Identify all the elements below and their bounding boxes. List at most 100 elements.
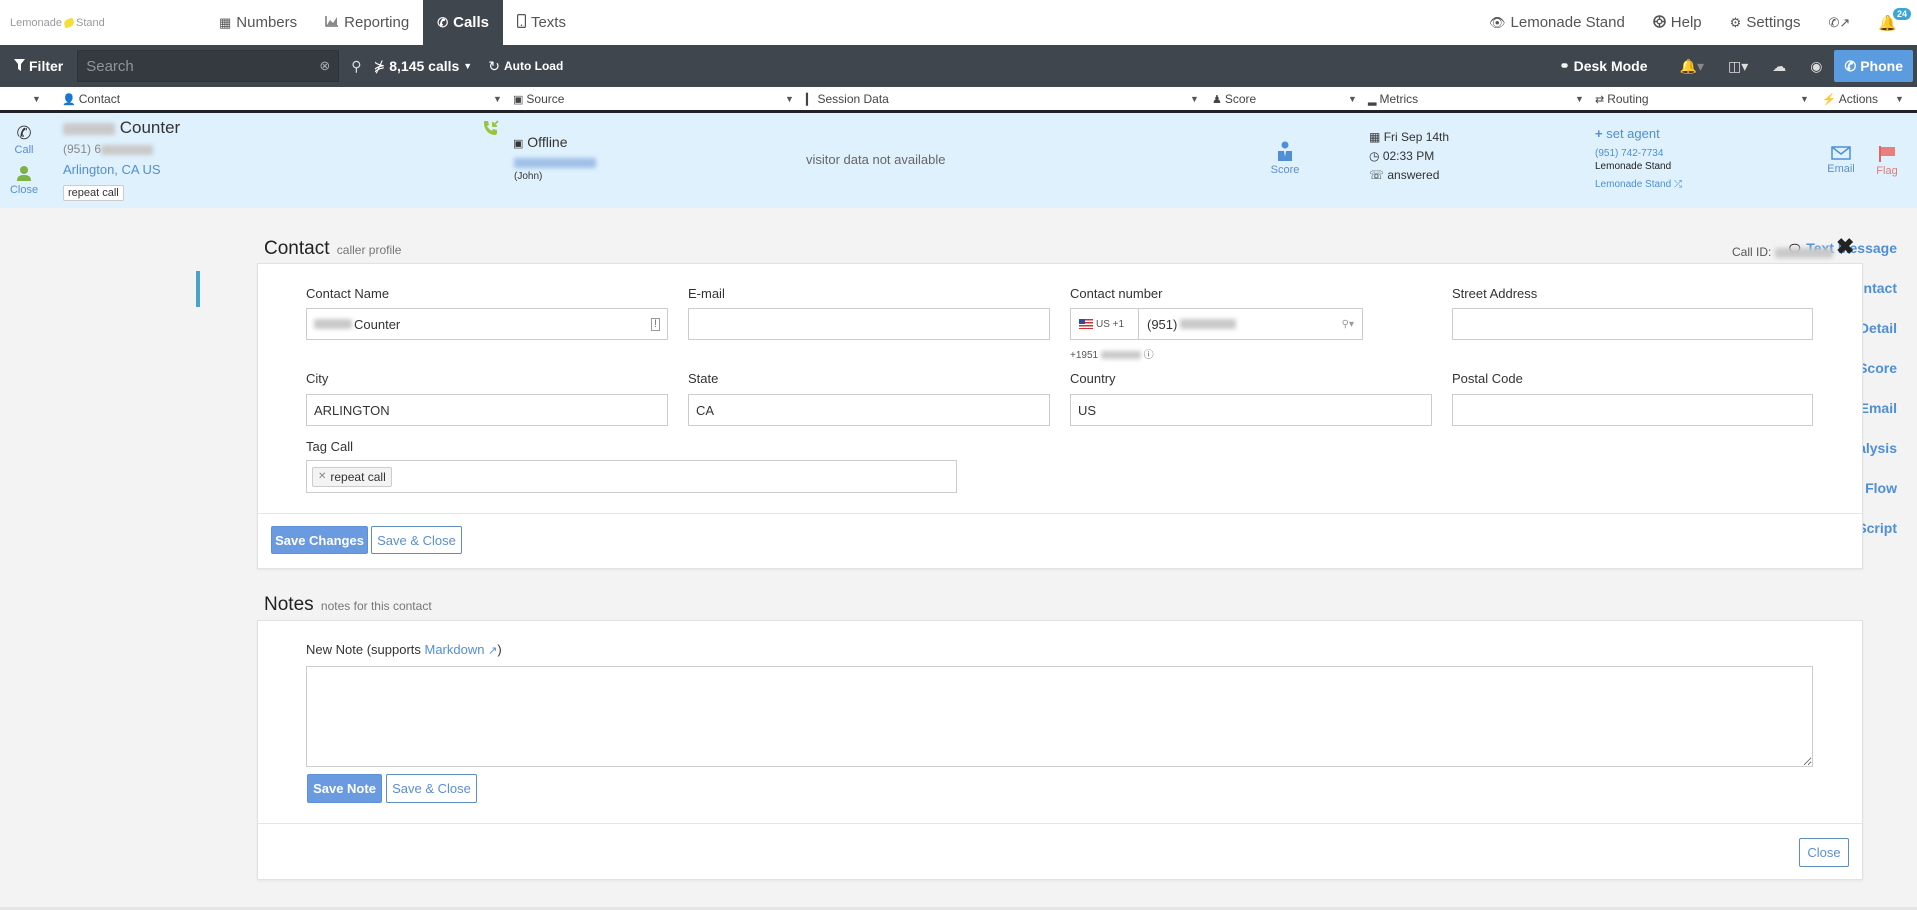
phone-transfer-button[interactable]: ✆↗	[1815, 0, 1865, 45]
grid-icon: ▦	[219, 14, 232, 30]
flag-action[interactable]: Flag	[1872, 146, 1902, 177]
email-field[interactable]	[688, 308, 1050, 340]
postal-code-input[interactable]	[1460, 402, 1805, 418]
account-menu[interactable]: 👁 Lemonade Stand	[1475, 0, 1639, 45]
column-source[interactable]: ▣ Source	[513, 92, 564, 106]
settings-menu[interactable]: ⚙ Settings	[1716, 0, 1815, 45]
close-icon[interactable]: ✖	[1836, 234, 1854, 260]
call-status: ☏ answered	[1369, 168, 1439, 182]
nav-tab-reporting[interactable]: Reporting	[311, 0, 423, 45]
postal-code-label: Postal Code	[1452, 371, 1523, 386]
column-score[interactable]: ♟ Score	[1212, 92, 1256, 106]
help-circle-icon[interactable]: ⓘ	[1144, 350, 1154, 361]
city-field[interactable]	[306, 394, 668, 426]
column-score-caret[interactable]: ▼	[1348, 94, 1357, 104]
filter-button[interactable]: Filter	[0, 45, 71, 87]
column-actions[interactable]: ⚡ Actions	[1822, 92, 1878, 106]
column-metrics-caret[interactable]: ▼	[1575, 94, 1584, 104]
call-tag: repeat call	[63, 185, 124, 201]
line-chart-icon: ⋡	[373, 57, 386, 74]
markdown-link[interactable]: Markdown ↗	[425, 642, 498, 657]
app-logo[interactable]: Lemonade Stand	[10, 17, 160, 29]
call-time-label: 02:33 PM	[1382, 149, 1435, 163]
column-label: Routing	[1607, 91, 1649, 106]
nav-tab-numbers[interactable]: ▦ Numbers	[205, 0, 311, 45]
search-input[interactable]	[86, 57, 320, 75]
postal-code-field[interactable]	[1452, 394, 1813, 426]
street-address-field[interactable]	[1452, 308, 1813, 340]
state-input[interactable]	[696, 402, 1042, 418]
notes-save-close-button[interactable]: Save & Close	[386, 774, 477, 803]
column-sort-caret[interactable]: ▼	[32, 94, 41, 104]
country-code-select[interactable]: US +1	[1071, 309, 1139, 339]
email-input[interactable]	[696, 316, 1042, 332]
column-metrics[interactable]: ▂ Metrics	[1368, 92, 1418, 106]
phone-label: Phone	[1860, 58, 1903, 74]
routing-link[interactable]: Lemonade Stand ⤮	[1595, 179, 1682, 190]
column-actions-caret[interactable]: ▼	[1895, 94, 1904, 104]
column-routing-caret[interactable]: ▼	[1800, 94, 1809, 104]
alert-settings-dropdown[interactable]: 🔔▾	[1668, 58, 1716, 75]
remove-tag-icon[interactable]: ✕	[318, 471, 326, 482]
column-routing[interactable]: ⇄ Routing	[1595, 92, 1649, 106]
contact-name-field[interactable]: Counter !	[306, 308, 668, 340]
cloud-download-icon[interactable]: ☁	[1760, 58, 1798, 75]
routing-name: Lemonade Stand	[1595, 161, 1672, 172]
city-input[interactable]	[314, 402, 660, 418]
clear-search-icon[interactable]: ⊗	[319, 58, 330, 74]
call-label: Call	[14, 144, 34, 156]
section-subtitle: notes for this contact	[320, 599, 432, 613]
redacted-first-name	[63, 122, 115, 135]
country-input[interactable]	[1078, 402, 1424, 418]
help-menu[interactable]: Help	[1639, 0, 1716, 45]
tag-call-label: Tag Call	[306, 439, 353, 454]
column-contact-caret[interactable]: ▼	[493, 94, 502, 104]
tag-call-field[interactable]: ✕ repeat call	[306, 460, 957, 493]
routing-number[interactable]: (951) 742-7734	[1595, 148, 1663, 159]
caller-name[interactable]: Counter	[63, 118, 180, 138]
score-action[interactable]: Score	[1270, 141, 1300, 176]
search-icon[interactable]: ⚲	[351, 58, 361, 75]
email-action[interactable]: Email	[1823, 146, 1859, 175]
area-chart-icon	[325, 15, 339, 30]
call-action[interactable]: ✆ Call	[10, 123, 38, 156]
close-action[interactable]: Close	[8, 165, 40, 196]
set-agent-label: set agent	[1606, 126, 1660, 141]
record-icon[interactable]: ◉	[1798, 58, 1834, 75]
desk-mode-button[interactable]: ⚭ Desk Mode	[1552, 45, 1668, 87]
save-changes-button[interactable]: Save Changes	[271, 526, 368, 554]
source-owner: (John)	[514, 171, 543, 182]
lookup-dropdown-icon[interactable]: ⚲▾	[1342, 319, 1354, 330]
nav-tab-texts[interactable]: Texts	[503, 0, 580, 45]
street-address-input[interactable]	[1460, 316, 1805, 332]
source-number[interactable]	[514, 154, 596, 169]
auto-load-button[interactable]: ↻ Auto Load	[480, 45, 571, 87]
redacted-first-name	[314, 319, 352, 329]
street-address-label: Street Address	[1452, 286, 1538, 301]
column-contact[interactable]: 👤 Contact	[62, 92, 120, 106]
close-button[interactable]: Close	[1799, 838, 1849, 867]
nav-tab-calls[interactable]: ✆ Calls	[423, 0, 503, 45]
caller-last-name: Counter	[119, 118, 181, 137]
eye-icon: 👁	[1489, 14, 1506, 30]
column-session-caret[interactable]: ▼	[1190, 94, 1199, 104]
notifications-button[interactable]: 🔔 24	[1864, 0, 1917, 45]
column-session-data[interactable]: ▎ Session Data	[806, 92, 889, 106]
caller-location-link[interactable]: Arlington, CA US	[63, 162, 161, 177]
markdown-link-label: Markdown	[424, 642, 485, 657]
country-field[interactable]	[1070, 394, 1432, 426]
columns-dropdown[interactable]: ◫▾	[1716, 58, 1760, 75]
contact-card-icon[interactable]: !	[650, 317, 660, 331]
state-field[interactable]	[688, 394, 1050, 426]
phone-button[interactable]: ✆ Phone	[1834, 50, 1913, 82]
column-label: Metrics	[1379, 91, 1419, 106]
save-close-button[interactable]: Save & Close	[371, 526, 462, 554]
new-note-textarea[interactable]	[306, 666, 1813, 767]
contact-number-field[interactable]: US +1 (951) ⚲▾	[1070, 308, 1363, 340]
set-agent-link[interactable]: + set agent	[1595, 126, 1660, 141]
call-count-dropdown[interactable]: ⋡ 8,145 calls ▼	[366, 45, 481, 87]
section-title-text: Contact	[264, 238, 330, 259]
column-source-caret[interactable]: ▼	[785, 94, 794, 104]
save-note-button[interactable]: Save Note	[307, 774, 382, 803]
call-date: ▦ Fri Sep 14th	[1369, 130, 1449, 144]
